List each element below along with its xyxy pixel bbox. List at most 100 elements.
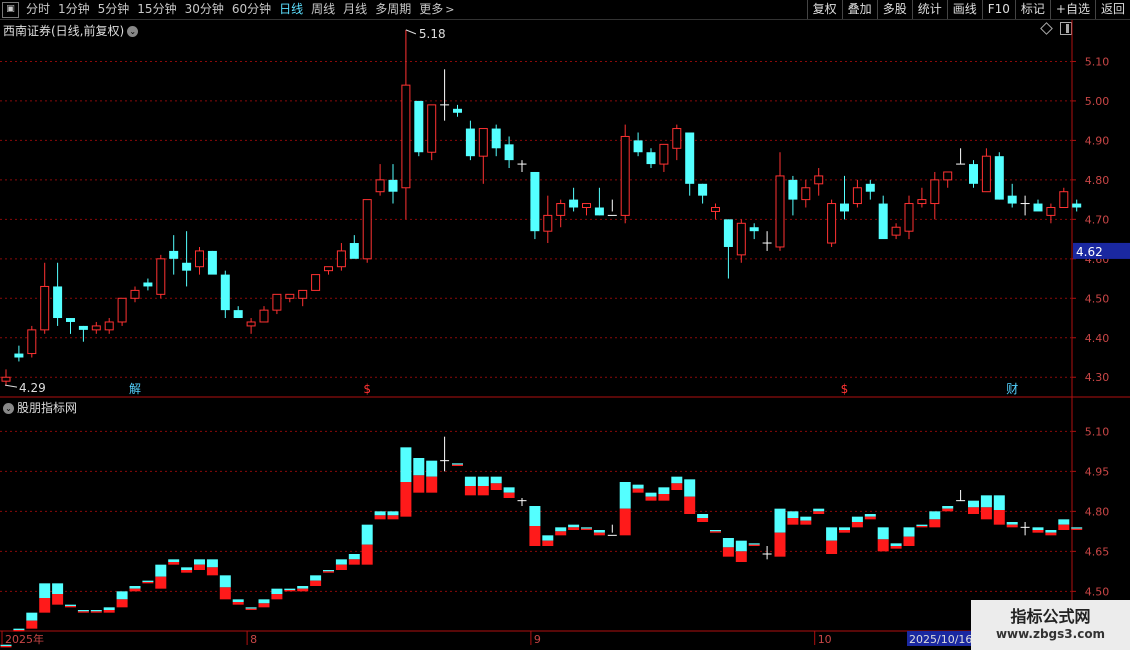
y-tick-label: 4.50 (1085, 292, 1110, 305)
candle (542, 195, 554, 546)
candle-body (311, 274, 321, 291)
candle (956, 148, 966, 502)
candle (903, 195, 915, 546)
sub-bar-lower (52, 594, 64, 605)
candle-body (195, 250, 204, 268)
menu-icon[interactable]: ▣ (2, 1, 19, 18)
sub-bar-upper (77, 610, 89, 612)
period-multi[interactable]: 多周期 (371, 0, 415, 19)
candle (271, 293, 283, 600)
period-minute-line[interactable]: 分时 (22, 0, 54, 19)
sub-bar-upper (942, 506, 954, 509)
f10-button[interactable]: F10 (981, 0, 1015, 19)
candle (400, 29, 412, 517)
period-60min[interactable]: 60分钟 (228, 0, 275, 19)
candle (503, 136, 515, 498)
candle-body (969, 164, 978, 184)
sub-bar-upper (980, 495, 992, 508)
period-30min[interactable]: 30分钟 (181, 0, 228, 19)
sub-bar-upper (310, 575, 322, 581)
sub-bar-lower (1032, 530, 1044, 533)
candle (477, 128, 489, 496)
candle-body (646, 152, 656, 165)
sub-bar-upper (464, 476, 476, 486)
candle (568, 187, 580, 530)
back-button[interactable]: 返回 (1094, 0, 1130, 19)
candle (77, 325, 89, 613)
sub-bar-lower (297, 588, 309, 592)
sub-bar-lower (581, 528, 592, 530)
period-daily[interactable]: 日线 (275, 0, 307, 19)
sub-bar-upper (348, 554, 360, 560)
kline-chart[interactable]: 4.304.404.504.604.704.804.905.005.104.50… (0, 20, 1130, 650)
restore-rights-button[interactable]: 复权 (806, 0, 842, 19)
sub-bar-upper (503, 487, 515, 493)
sub-bar-upper (361, 524, 373, 545)
high-marker-line (405, 29, 417, 35)
overlay-button[interactable]: 叠加 (841, 0, 877, 19)
sub-bar-upper (645, 492, 657, 497)
candle (916, 187, 928, 528)
candle (90, 321, 102, 613)
candle (168, 235, 180, 565)
candle (0, 369, 12, 648)
candle-body (272, 293, 282, 311)
statistics-button[interactable]: 统计 (911, 0, 947, 19)
sub-bar-lower (593, 532, 605, 536)
candle-body (594, 207, 604, 216)
sub-bar-upper (555, 527, 567, 532)
sub-bar-upper (335, 559, 347, 565)
sub-bar-lower (645, 496, 657, 501)
period-1min[interactable]: 1分钟 (54, 0, 94, 19)
sub-bar-upper (219, 575, 231, 588)
sub-y-tick-label: 4.80 (1085, 505, 1110, 518)
sub-bar-lower (851, 522, 863, 528)
candle (555, 199, 567, 536)
candle (658, 143, 670, 501)
mark-button[interactable]: 标记 (1014, 0, 1050, 19)
sub-bar-upper (684, 479, 696, 497)
candle (258, 306, 270, 608)
sub-bar-upper (142, 580, 154, 582)
sub-bar-lower (555, 531, 567, 536)
sub-bar-lower (890, 546, 902, 549)
candle (619, 124, 631, 536)
draw-line-button[interactable]: 画线 (946, 0, 982, 19)
sub-bar-upper (194, 559, 205, 565)
sub-bar-lower (542, 540, 554, 546)
period-5min[interactable]: 5分钟 (94, 0, 134, 19)
watermark: 指标公式网 www.zbgs3.com (971, 600, 1130, 650)
sub-bar-lower (1071, 528, 1083, 530)
x-axis-label: 8 (250, 633, 257, 646)
sub-bar-upper (568, 524, 580, 528)
candle (219, 270, 231, 600)
candle (310, 274, 322, 586)
candle (722, 219, 734, 557)
sub-bar-upper (710, 530, 721, 532)
candle-body (104, 321, 114, 331)
sub-bar-lower (168, 562, 180, 565)
sub-bar-upper (774, 508, 786, 533)
sub-bar-lower (232, 602, 244, 605)
candle (864, 179, 876, 520)
period-15min[interactable]: 15分钟 (133, 0, 180, 19)
watermark-url: www.zbgs3.com (995, 627, 1106, 641)
sub-bar-upper (387, 511, 399, 516)
candle-body (852, 187, 862, 205)
sub-bar-upper (413, 458, 425, 476)
multi-stock-button[interactable]: 多股 (876, 0, 912, 19)
sub-bar-upper (722, 538, 734, 548)
sub-bar-upper (284, 588, 296, 590)
sub-bar-lower (426, 476, 438, 493)
sub-bar-upper (52, 583, 64, 594)
period-monthly[interactable]: 月线 (339, 0, 371, 19)
add-watchlist-button[interactable]: +自选 (1049, 0, 1095, 19)
candle-body (504, 144, 514, 161)
sub-bar-lower (335, 564, 347, 570)
sub-bar-lower (374, 515, 386, 520)
sub-bar-upper (826, 527, 838, 541)
period-more[interactable]: 更多 > (415, 0, 458, 19)
sub-bar-lower (452, 464, 463, 466)
candle (839, 175, 850, 533)
period-weekly[interactable]: 周线 (307, 0, 339, 19)
